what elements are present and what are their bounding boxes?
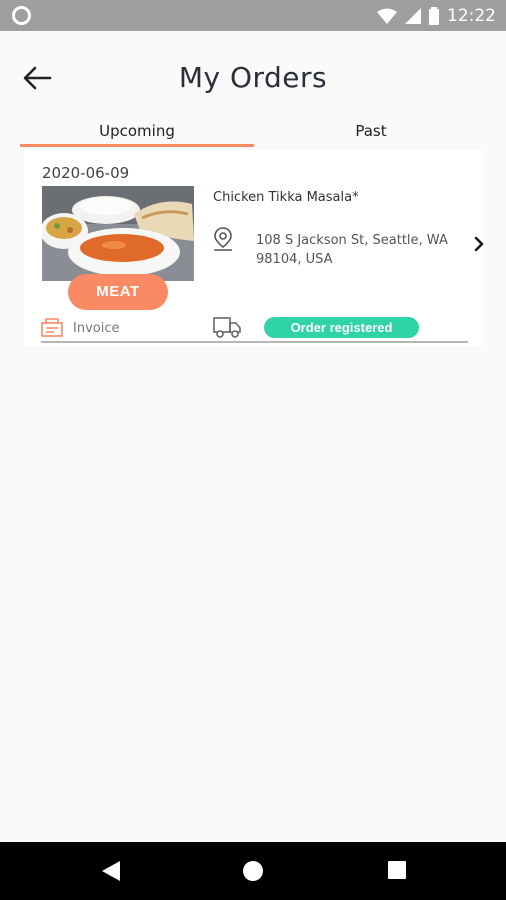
order-card[interactable]: 2020-06-09 MEAT Chicken Tikka Masala* 10… <box>24 150 484 346</box>
nav-home-icon[interactable] <box>242 860 264 882</box>
card-divider <box>41 341 468 343</box>
delivery-address: 108 S Jackson St, Seattle, WA 98104, USA <box>256 233 448 267</box>
tab-past[interactable]: Past <box>254 119 488 147</box>
nav-back-icon[interactable] <box>100 860 122 882</box>
category-badge: MEAT <box>68 274 168 310</box>
order-date: 2020-06-09 <box>42 164 130 182</box>
invoice-icon[interactable] <box>41 317 63 337</box>
order-tabs: Upcoming Past <box>20 119 488 147</box>
signal-icon <box>405 7 421 24</box>
status-badge: Order registered <box>264 317 419 338</box>
wifi-icon <box>377 8 397 24</box>
delivery-truck-icon <box>213 317 241 338</box>
location-pin-icon <box>214 227 232 251</box>
status-bar: 12:22 <box>0 0 506 31</box>
tab-upcoming[interactable]: Upcoming <box>20 119 254 147</box>
app-bar: My Orders <box>0 31 506 125</box>
invoice-link[interactable]: Invoice <box>73 321 119 336</box>
chevron-right-icon[interactable] <box>472 236 486 252</box>
system-nav-bar <box>0 842 506 900</box>
nav-recents-icon[interactable] <box>387 860 407 880</box>
status-time: 12:22 <box>447 5 496 26</box>
food-image <box>42 186 194 281</box>
battery-icon <box>429 6 439 25</box>
page-title: My Orders <box>178 61 328 94</box>
dish-name: Chicken Tikka Masala* <box>213 190 359 205</box>
notification-icon <box>12 6 31 25</box>
